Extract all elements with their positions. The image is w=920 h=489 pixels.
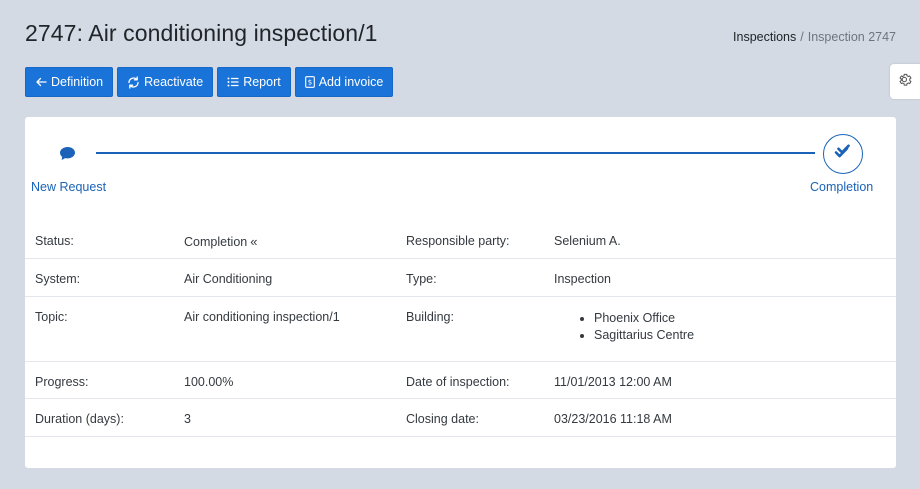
report-button[interactable]: Report — [217, 67, 291, 97]
arrow-left-icon — [35, 76, 47, 88]
inspection-date-label: Date of inspection: — [406, 375, 510, 389]
page-title: 2747: Air conditioning inspection/1 — [25, 20, 378, 46]
add-invoice-button-label: Add invoice — [318, 75, 384, 89]
type-label: Type: — [406, 272, 437, 286]
closing-date-value: 03/23/2016 11:18 AM — [554, 412, 672, 426]
rewind-icon[interactable]: « — [250, 234, 257, 249]
breadcrumb-separator: / — [800, 30, 804, 44]
closing-date-label: Closing date: — [406, 412, 479, 426]
list-item: Sagittarius Centre — [594, 327, 896, 344]
chat-bubble-icon[interactable] — [59, 146, 76, 166]
inspection-date-value: 11/01/2013 12:00 AM — [554, 375, 672, 389]
system-value: Air Conditioning — [184, 272, 273, 286]
table-row: Duration (days): 3 Closing date: 03/23/2… — [25, 399, 896, 437]
definition-button[interactable]: Definition — [25, 67, 114, 97]
building-label: Building: — [406, 310, 454, 324]
settings-tab[interactable] — [890, 64, 920, 99]
duration-label: Duration (days): — [35, 412, 124, 426]
duration-value: 3 — [184, 412, 191, 426]
completion-step-circle[interactable] — [823, 134, 863, 174]
responsible-label: Responsible party: — [406, 234, 510, 248]
building-list-cell: Phoenix Office Sagittarius Centre — [554, 297, 896, 361]
gear-icon — [898, 72, 913, 92]
progress-label: Progress: — [35, 375, 89, 389]
topic-label: Topic: — [35, 310, 68, 324]
reactivate-button-label: Reactivate — [144, 75, 204, 89]
svg-text:$: $ — [307, 79, 311, 87]
list-icon — [227, 76, 239, 88]
table-row: System: Air Conditioning Type: Inspectio… — [25, 259, 896, 297]
status-value-cell: Completion « — [184, 221, 406, 258]
toolbar: Definition Reactivate Report $ Add invoi… — [25, 67, 394, 97]
double-check-icon — [834, 144, 852, 165]
workflow-progress-line — [96, 152, 815, 154]
system-label: System: — [35, 272, 81, 286]
list-item: Phoenix Office — [594, 310, 896, 327]
reactivate-button[interactable]: Reactivate — [117, 67, 214, 97]
topic-value: Air conditioning inspection/1 — [184, 310, 340, 324]
status-label: Status: — [35, 234, 74, 248]
building-list: Phoenix Office Sagittarius Centre — [554, 310, 896, 344]
add-invoice-button[interactable]: $ Add invoice — [294, 67, 394, 97]
refresh-icon — [127, 75, 140, 89]
table-row: Status: Completion « Responsible party: S… — [25, 221, 896, 259]
inspection-card: New Request Completion Status: Completio… — [25, 117, 896, 468]
table-row: Progress: 100.00% Date of inspection: 11… — [25, 362, 896, 399]
responsible-value: Selenium A. — [554, 234, 621, 248]
invoice-icon: $ — [304, 76, 315, 88]
breadcrumb: Inspections / Inspection 2747 — [733, 30, 896, 44]
report-button-label: Report — [243, 75, 281, 89]
definition-button-label: Definition — [51, 75, 104, 89]
status-value: Completion — [184, 235, 248, 249]
breadcrumb-inspections-link[interactable]: Inspections — [733, 30, 796, 44]
details-table: Status: Completion « Responsible party: S… — [25, 221, 896, 437]
progress-value: 100.00% — [184, 375, 234, 389]
step-new-request-label[interactable]: New Request — [31, 180, 106, 194]
step-completion-label[interactable]: Completion — [810, 180, 873, 194]
type-value: Inspection — [554, 272, 611, 286]
breadcrumb-current: Inspection 2747 — [807, 30, 896, 44]
table-row: Topic: Air conditioning inspection/1 Bui… — [25, 297, 896, 362]
